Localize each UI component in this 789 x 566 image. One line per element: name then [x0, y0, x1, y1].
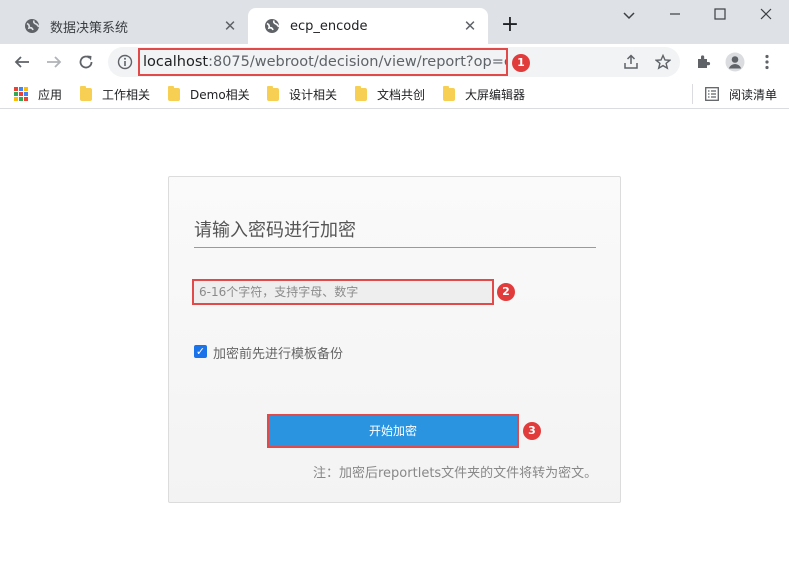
extensions-icon[interactable] [691, 50, 715, 74]
tab-title: ecp_encode [290, 18, 368, 34]
url-path: :8075/webroot/decision/view/report?op=ec… [208, 54, 508, 70]
close-window-icon[interactable] [751, 6, 781, 26]
bookmark-label: 设计相关 [289, 87, 338, 102]
browser-toolbar: localhost:8075/webroot/decision/view/rep… [0, 44, 789, 80]
url-host: localhost [143, 54, 209, 70]
bookmark-star-icon[interactable] [651, 50, 675, 74]
back-arrow-icon[interactable] [10, 50, 34, 74]
bookmark-folder-demo[interactable]: Demo相关 [168, 84, 250, 104]
tab-decision-system[interactable]: 数据决策系统 ✕ [8, 8, 248, 44]
new-tab-icon[interactable]: + [498, 14, 522, 38]
menu-kebab-icon[interactable] [755, 50, 779, 74]
profile-avatar-icon[interactable] [723, 50, 747, 74]
reload-icon[interactable] [74, 50, 98, 74]
bookmark-apps[interactable]: 应用 [14, 84, 62, 104]
reading-list-label: 阅读清单 [729, 87, 778, 102]
globe-icon [265, 19, 280, 33]
bookmark-label: 大屏编辑器 [465, 87, 526, 102]
backup-checkbox[interactable]: ✓ [194, 345, 207, 358]
minimize-icon[interactable] [660, 6, 690, 26]
password-input[interactable] [192, 279, 494, 305]
bookmark-folder-bigscreen[interactable]: 大屏编辑器 [443, 84, 525, 104]
bookmark-folder-design[interactable]: 设计相关 [267, 84, 337, 104]
bookmark-label: 工作相关 [102, 87, 151, 102]
tab-ecp-encode[interactable]: ecp_encode ✕ [248, 8, 488, 44]
folder-icon [80, 85, 92, 101]
close-tab-icon[interactable]: ✕ [462, 18, 478, 34]
forward-arrow-icon[interactable] [42, 50, 66, 74]
bookmark-folder-work[interactable]: 工作相关 [80, 84, 150, 104]
site-info-icon[interactable] [113, 50, 137, 74]
folder-icon [443, 85, 455, 101]
form-heading: 请输入密码进行加密 [194, 220, 356, 241]
reading-list-icon [705, 87, 719, 101]
encrypt-note: 注：加密后reportlets文件夹的文件将转为密文。 [313, 466, 598, 481]
bookmark-label: 文档共创 [377, 87, 426, 102]
tab-search-chevron-icon[interactable] [614, 6, 644, 26]
bookmark-folder-docs[interactable]: 文档共创 [355, 84, 425, 104]
bookmark-label: 应用 [38, 87, 63, 102]
annotation-badge-1: 1 [512, 54, 530, 72]
globe-icon [25, 19, 40, 33]
browser-tab-strip: 数据决策系统 ✕ ecp_encode ✕ + [0, 0, 789, 44]
url-text[interactable]: localhost:8075/webroot/decision/view/rep… [138, 48, 508, 76]
folder-icon [355, 85, 367, 101]
backup-checkbox-label[interactable]: 加密前先进行模板备份 [213, 343, 343, 362]
bookmarks-bar: 应用 工作相关 Demo相关 设计相关 文档共创 大屏编辑器 阅读清单 [0, 80, 789, 109]
close-tab-icon[interactable]: ✕ [222, 18, 238, 34]
annotation-badge-3: 3 [523, 422, 541, 440]
bookmark-label: Demo相关 [190, 87, 250, 102]
folder-icon [168, 85, 180, 101]
maximize-icon[interactable] [705, 6, 735, 26]
start-encrypt-button[interactable]: 开始加密 [267, 414, 519, 448]
annotation-badge-2: 2 [497, 283, 515, 301]
share-icon[interactable] [619, 50, 643, 74]
folder-icon [267, 85, 279, 101]
reading-list[interactable]: 阅读清单 [692, 84, 777, 104]
apps-grid-icon [14, 87, 28, 101]
heading-divider [194, 247, 596, 248]
tab-title: 数据决策系统 [50, 20, 129, 36]
